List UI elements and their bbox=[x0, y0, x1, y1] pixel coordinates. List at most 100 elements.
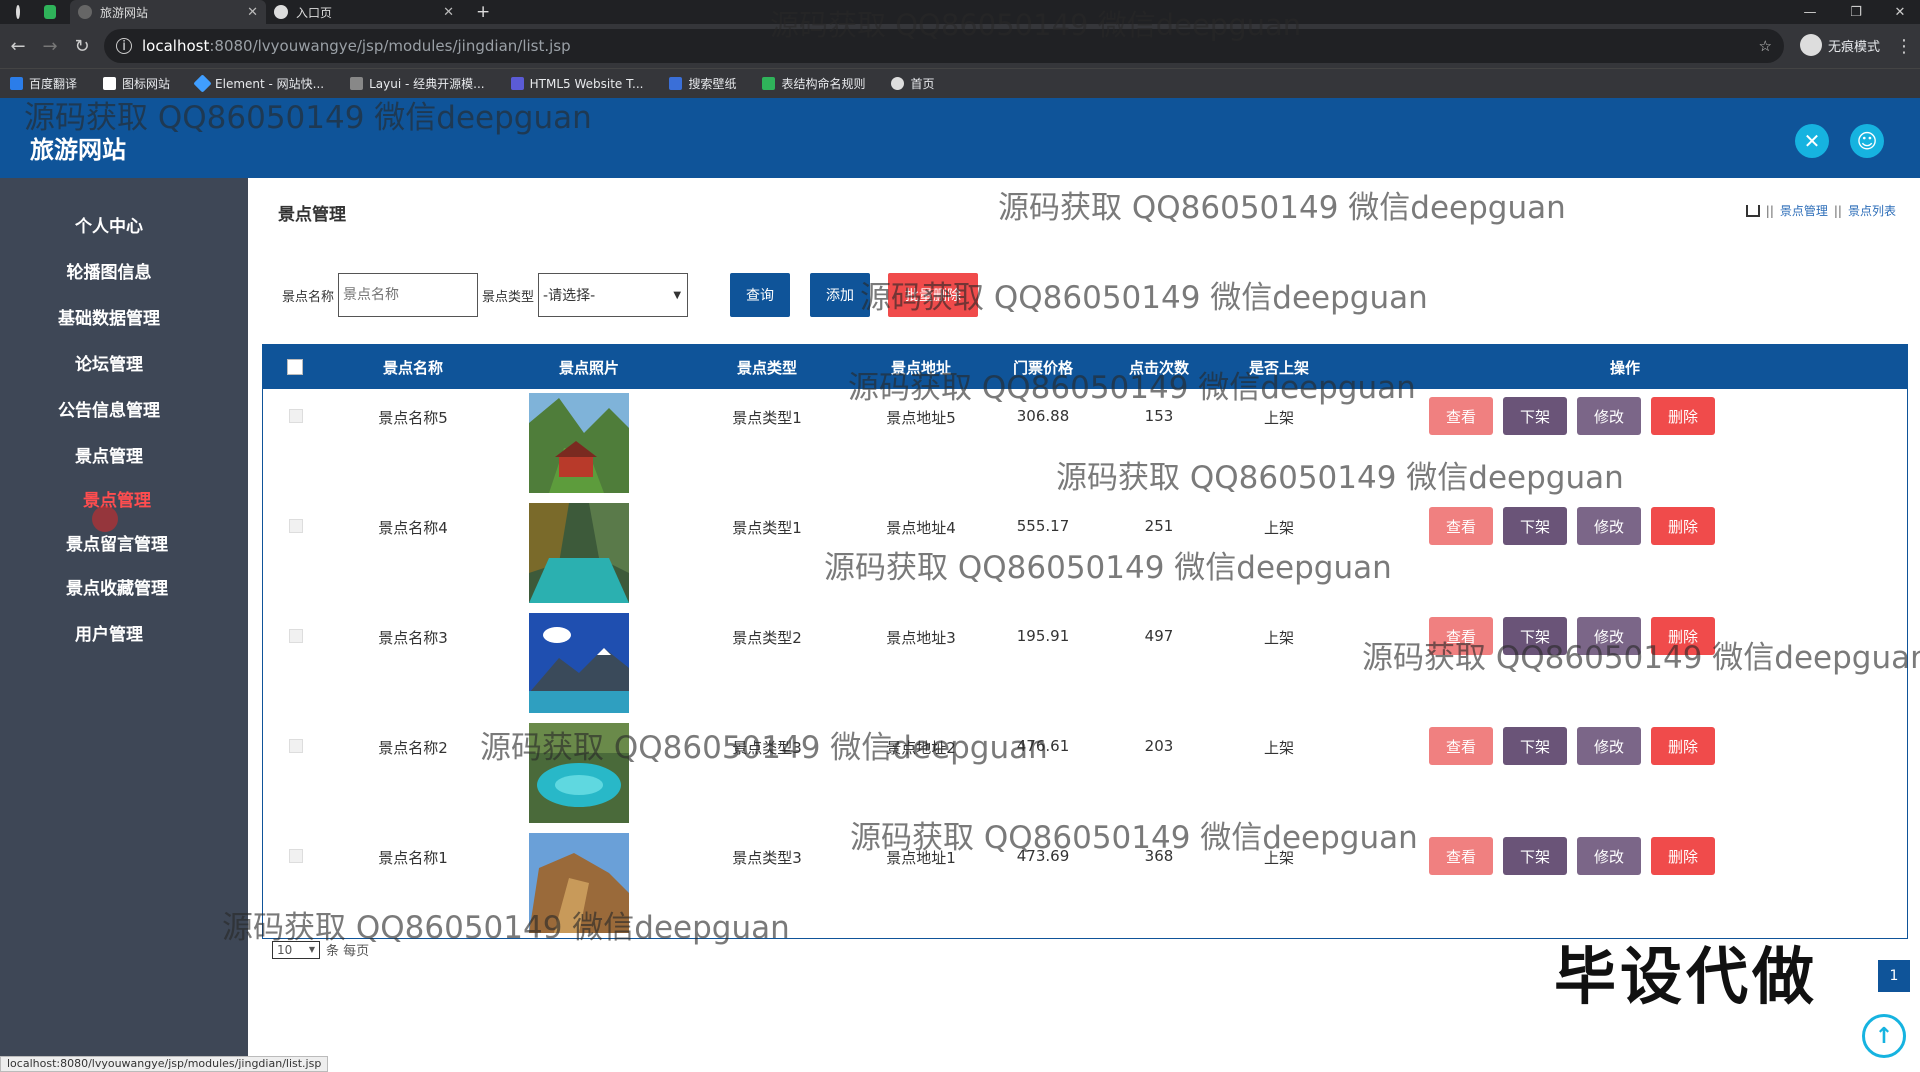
add-button[interactable]: 添加 bbox=[810, 273, 871, 317]
cell-status: 上架 bbox=[1263, 409, 1294, 427]
page-number-button[interactable]: 1 bbox=[1878, 960, 1910, 992]
sidebar-item-scenic[interactable]: 景点管理 bbox=[0, 442, 218, 467]
row-checkbox[interactable] bbox=[289, 409, 303, 423]
offshelf-button[interactable]: 下架 bbox=[1503, 617, 1567, 655]
select-all-checkbox[interactable] bbox=[287, 359, 303, 375]
close-icon[interactable]: ✕ bbox=[247, 5, 258, 20]
bookmark-item[interactable]: 百度翻译 bbox=[10, 75, 77, 92]
url-host: localhost bbox=[142, 37, 210, 55]
sidebar-subitem-scenic-favorite[interactable]: 景点收藏管理 bbox=[8, 574, 226, 599]
globe-icon bbox=[891, 77, 905, 90]
new-tab-icon[interactable]: + bbox=[468, 0, 498, 24]
sidebar-item-personal-center[interactable]: 个人中心 bbox=[0, 212, 218, 237]
view-button[interactable]: 查看 bbox=[1429, 727, 1493, 765]
restore-icon[interactable]: ❐ bbox=[1836, 0, 1876, 24]
info-icon[interactable]: i bbox=[116, 38, 132, 54]
tab-group-icon[interactable] bbox=[36, 0, 64, 24]
delete-button[interactable]: 删除 bbox=[1651, 507, 1715, 545]
header-actions: 操作 bbox=[1609, 359, 1640, 377]
table-row: 景点名称5 景点类型1 景点地址5 306.88 153 上架 查看 下架 修改… bbox=[263, 389, 1907, 499]
menu-icon[interactable]: ⋮ bbox=[1892, 34, 1916, 58]
bookmark-label: Element - 网站快... bbox=[215, 77, 325, 91]
offshelf-button[interactable]: 下架 bbox=[1503, 727, 1567, 765]
cell-type: 景点类型3 bbox=[732, 849, 802, 867]
window-close-icon[interactable]: ✕ bbox=[1880, 0, 1920, 24]
sidebar-subitem-scenic[interactable]: 景点管理 bbox=[8, 486, 226, 511]
forward-icon[interactable]: → bbox=[38, 34, 62, 58]
type-select-value: -请选择- bbox=[543, 288, 596, 304]
offshelf-button[interactable]: 下架 bbox=[1503, 507, 1567, 545]
sidebar-item-notice[interactable]: 公告信息管理 bbox=[0, 396, 218, 421]
tab-travel-site[interactable]: 旅游网站 ✕ bbox=[70, 0, 266, 24]
user-icon[interactable]: ☺ bbox=[1850, 124, 1884, 158]
view-button[interactable]: 查看 bbox=[1429, 837, 1493, 875]
cell-status: 上架 bbox=[1263, 629, 1294, 647]
search-bar: 景点名称 景点类型 -请选择- ▼ 查询 添加 批量删除 bbox=[282, 273, 979, 317]
offshelf-button[interactable]: 下架 bbox=[1503, 837, 1567, 875]
bookmark-item[interactable]: Element - 网站快... bbox=[193, 74, 325, 93]
delete-button[interactable]: 删除 bbox=[1651, 617, 1715, 655]
table-row: 景点名称2 景点类型3 景点地址2 476.61 203 上架 查看 下架 修改… bbox=[263, 719, 1907, 829]
sidebar-item-user[interactable]: 用户管理 bbox=[0, 620, 218, 645]
back-icon[interactable]: ← bbox=[6, 34, 30, 58]
header-status: 是否上架 bbox=[1248, 359, 1309, 377]
edit-button[interactable]: 修改 bbox=[1577, 397, 1641, 435]
delete-button[interactable]: 删除 bbox=[1651, 727, 1715, 765]
bookmark-label: HTML5 Website T... bbox=[529, 76, 644, 91]
breadcrumb-item[interactable]: 景点列表 bbox=[1848, 202, 1896, 219]
type-select[interactable]: -请选择- ▼ bbox=[538, 273, 689, 317]
page-size-value: 10 bbox=[277, 942, 293, 957]
query-button[interactable]: 查询 bbox=[730, 273, 791, 317]
edit-button[interactable]: 修改 bbox=[1577, 617, 1641, 655]
bookmark-item[interactable]: 图标网站 bbox=[103, 75, 170, 92]
page-size-select[interactable]: 10 ▼ bbox=[272, 940, 320, 959]
bookmark-item[interactable]: 首页 bbox=[891, 75, 935, 92]
view-button[interactable]: 查看 bbox=[1429, 507, 1493, 545]
view-button[interactable]: 查看 bbox=[1429, 617, 1493, 655]
tab-title: 入口页 bbox=[296, 5, 333, 20]
bookmark-item[interactable]: Layui - 经典开源模... bbox=[350, 75, 485, 92]
tab-entry-page[interactable]: 入口页 ✕ bbox=[266, 0, 462, 24]
close-icon[interactable]: ✕ bbox=[443, 5, 454, 20]
reload-icon[interactable]: ↻ bbox=[70, 34, 94, 58]
promo-text: 毕设代做 bbox=[1554, 940, 1819, 1013]
edit-button[interactable]: 修改 bbox=[1577, 727, 1641, 765]
cell-type: 景点类型1 bbox=[732, 409, 802, 427]
sidebar-item-forum[interactable]: 论坛管理 bbox=[0, 350, 218, 375]
batch-delete-button[interactable]: 批量删除 bbox=[888, 273, 979, 317]
sidebar-item-basic-data[interactable]: 基础数据管理 bbox=[0, 304, 218, 329]
delete-button[interactable]: 删除 bbox=[1651, 837, 1715, 875]
app-header: 旅游网站 ✕ ☺ bbox=[0, 98, 1920, 178]
offshelf-button[interactable]: 下架 bbox=[1503, 397, 1567, 435]
sidebar-subitem-scenic-message[interactable]: 景点留言管理 bbox=[8, 530, 226, 555]
view-button[interactable]: 查看 bbox=[1429, 397, 1493, 435]
row-checkbox[interactable] bbox=[289, 629, 303, 643]
url-path: :8080/lvyouwangye/jsp/modules/jingdian/l… bbox=[209, 37, 571, 55]
table-row: 景点名称4 景点类型1 景点地址4 555.17 251 上架 查看 下架 修改… bbox=[263, 499, 1907, 609]
home-icon[interactable] bbox=[1745, 204, 1760, 217]
back-to-top-icon[interactable]: ↑ bbox=[1862, 1014, 1906, 1058]
edit-button[interactable]: 修改 bbox=[1577, 507, 1641, 545]
url-field[interactable]: i localhost:8080/lvyouwangye/jsp/modules… bbox=[104, 29, 1784, 63]
incognito-indicator[interactable]: 无痕模式 bbox=[1799, 34, 1880, 56]
sidebar-item-carousel[interactable]: 轮播图信息 bbox=[0, 258, 218, 283]
bookmark-item[interactable]: 表结构命名规则 bbox=[762, 75, 865, 92]
delete-button[interactable]: 删除 bbox=[1651, 397, 1715, 435]
breadcrumb-item[interactable]: 景点管理 bbox=[1780, 202, 1828, 219]
edit-button[interactable]: 修改 bbox=[1577, 837, 1641, 875]
cell-name: 景点名称3 bbox=[378, 629, 448, 647]
name-search-input[interactable] bbox=[338, 273, 479, 317]
star-icon[interactable]: ☆ bbox=[1759, 37, 1772, 55]
bookmark-item[interactable]: 搜索壁纸 bbox=[669, 75, 736, 92]
row-checkbox[interactable] bbox=[289, 519, 303, 533]
bookmark-item[interactable]: HTML5 Website T... bbox=[510, 76, 644, 91]
row-checkbox[interactable] bbox=[289, 849, 303, 863]
fullscreen-icon[interactable]: ✕ bbox=[1795, 124, 1829, 158]
chevron-down-icon: ▼ bbox=[308, 945, 315, 954]
app-title: 旅游网站 bbox=[30, 136, 126, 164]
tab-title: 旅游网站 bbox=[100, 5, 149, 20]
minimize-icon[interactable]: — bbox=[1790, 0, 1830, 24]
row-checkbox[interactable] bbox=[289, 739, 303, 753]
cell-status: 上架 bbox=[1263, 739, 1294, 757]
wallpaper-icon bbox=[669, 77, 683, 90]
